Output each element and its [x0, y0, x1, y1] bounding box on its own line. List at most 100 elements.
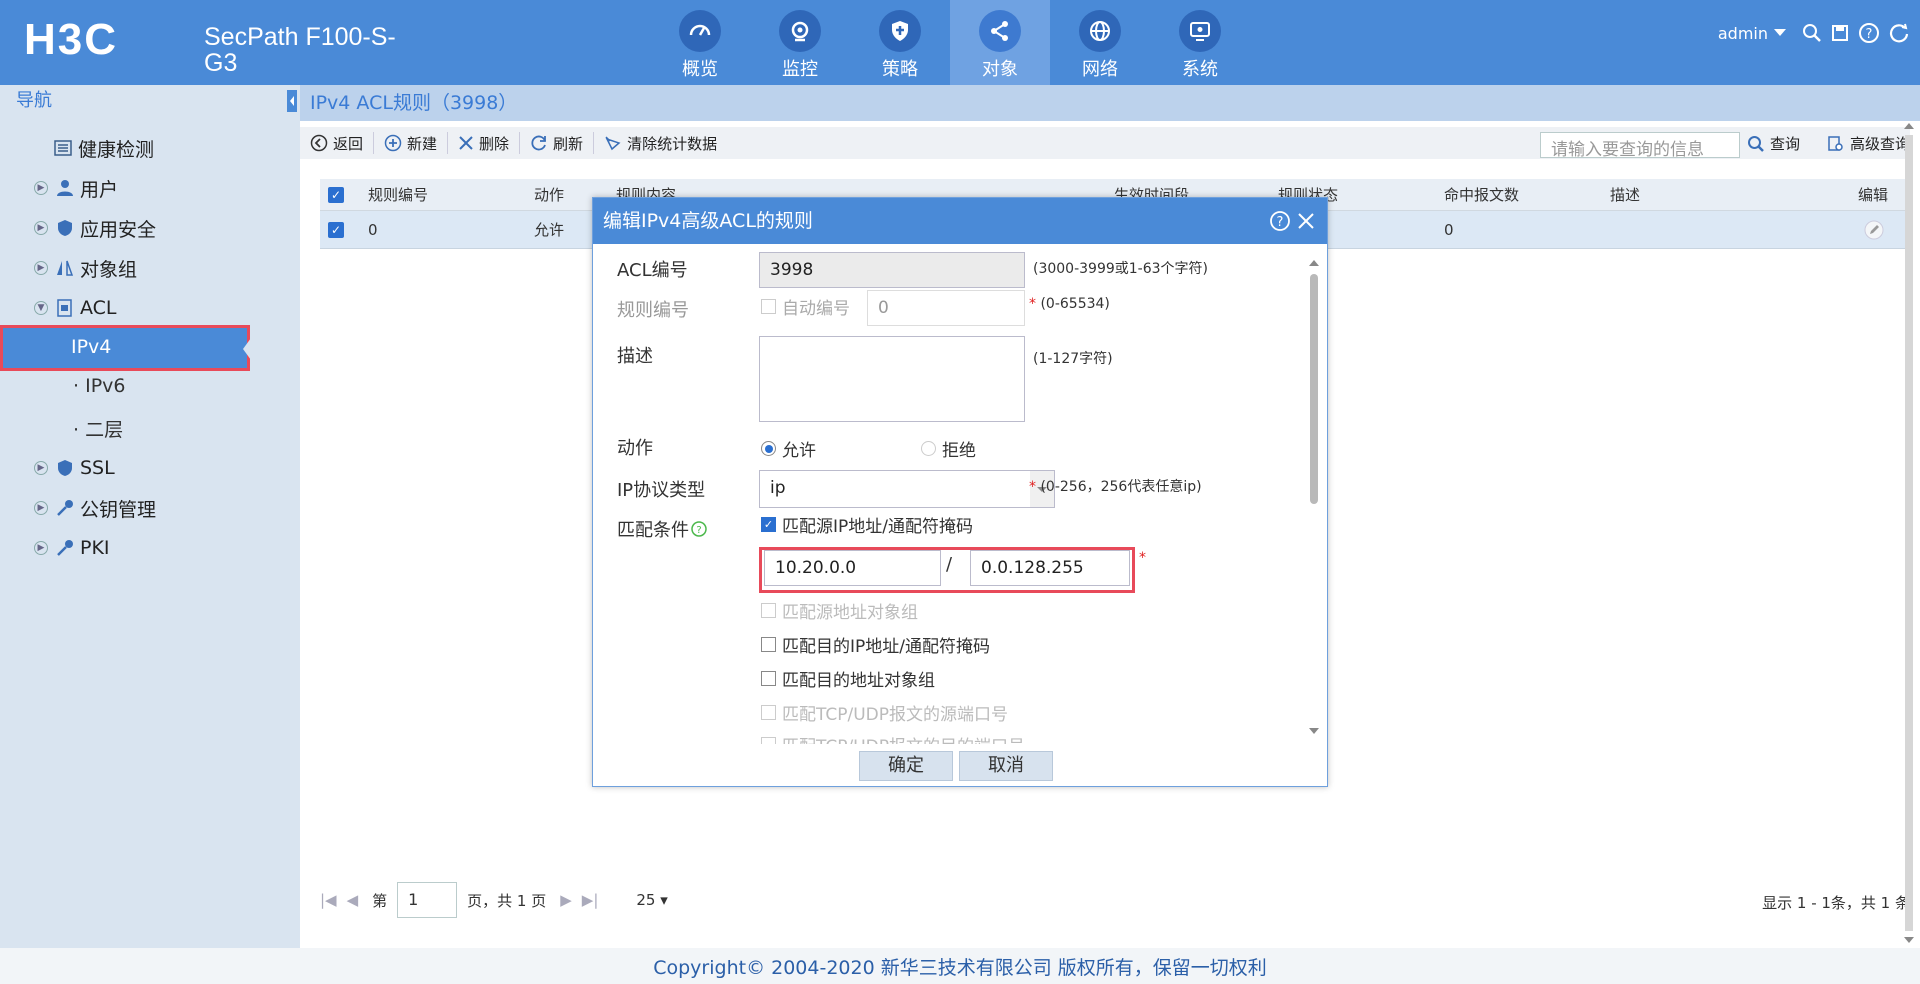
clear-stats-button[interactable]: 清除统计数据 [594, 132, 727, 154]
permit-radio[interactable]: 允许 [761, 436, 816, 461]
sidebar-item-health-check[interactable]: 健康检测 [54, 130, 154, 166]
sidebar-item-label: 二层 [85, 419, 124, 441]
match-src-ip-checkbox[interactable]: ✓ 匹配源IP地址/通配符掩码 [761, 512, 973, 537]
monitor-icon [779, 10, 821, 52]
selected-indicator-icon [243, 338, 251, 360]
expand-icon[interactable]: ▶ [34, 541, 48, 555]
sidebar-item-label: 健康检测 [78, 138, 155, 161]
dialog-header: 编辑IPv4高级ACL的规则 ? [593, 198, 1327, 244]
eraser-icon [605, 136, 621, 151]
nav-monitor[interactable]: 监控 [750, 0, 850, 85]
auto-number-label: 自动编号 [782, 299, 850, 319]
page-size-select[interactable]: 25 ▾ [636, 891, 667, 909]
expand-icon[interactable]: ▶ [34, 461, 48, 475]
required-star: * [1029, 479, 1036, 495]
last-page-icon[interactable]: ▶| [582, 891, 599, 909]
match-dst-ip-checkbox[interactable]: 匹配目的IP地址/通配符掩码 [761, 632, 990, 657]
key-icon [57, 540, 73, 556]
page-prefix: 第 [372, 891, 388, 910]
close-icon[interactable] [1295, 210, 1317, 232]
new-button[interactable]: 新建 [374, 132, 449, 154]
match-dst-obj-checkbox[interactable]: 匹配目的地址对象组 [761, 666, 935, 691]
nav-network[interactable]: 网络 [1050, 0, 1150, 85]
next-page-icon[interactable]: ▶ [560, 891, 572, 909]
nav-object[interactable]: 对象 [950, 0, 1050, 85]
sidebar-item-acl[interactable]: ▼ ACL [34, 290, 117, 326]
back-button[interactable]: 返回 [300, 132, 375, 154]
query-button[interactable]: 查询 [1747, 133, 1800, 154]
sidebar-item-pki[interactable]: ▶ PKI [34, 530, 110, 566]
match-src-obj-checkbox: 匹配源地址对象组 [761, 598, 918, 623]
collapse-icon[interactable]: ▼ [34, 301, 48, 315]
rule-number-hint: * (0-65534) [1029, 296, 1110, 312]
sidebar-collapse-handle[interactable] [287, 90, 297, 112]
nav-overview[interactable]: 概览 [650, 0, 750, 85]
sidebar-item-layer2[interactable]: · 二层 [73, 415, 123, 442]
help-icon[interactable]: ? [691, 521, 707, 537]
ok-button[interactable]: 确定 [859, 751, 953, 781]
checkbox-box [761, 737, 776, 744]
clear-stats-label: 清除统计数据 [627, 134, 718, 153]
nav-system[interactable]: 系统 [1150, 0, 1250, 85]
page-size-value: 25 [636, 891, 656, 909]
chevron-left-icon [290, 96, 294, 106]
protocol-hint-text: (0-256，256代表任意ip) [1040, 479, 1202, 495]
protocol-select[interactable]: ip [759, 470, 1055, 508]
required-star: * [1139, 550, 1146, 566]
description-textarea[interactable] [759, 336, 1025, 422]
help-icon[interactable]: ? [1269, 210, 1291, 232]
auto-number-checkbox: 自动编号 [761, 294, 850, 319]
refresh-button[interactable]: 刷新 [520, 132, 595, 154]
edit-icon[interactable] [1864, 220, 1884, 240]
nav-label: 策略 [882, 59, 918, 80]
expand-icon[interactable]: ▶ [34, 181, 48, 195]
sidebar-item-object-group[interactable]: ▶ 对象组 [34, 250, 137, 286]
dialog-tools: ? [1269, 210, 1317, 232]
prev-page-icon[interactable]: ◀ [347, 891, 359, 909]
sidebar-item-user[interactable]: ▶ 用户 [34, 170, 118, 206]
expand-icon[interactable]: ▶ [34, 501, 48, 515]
nav-label: 监控 [782, 59, 818, 80]
advanced-search-icon [1828, 135, 1843, 151]
match-dst-port-label: 匹配TCP/UDP报文的目的端口号 [782, 732, 1025, 744]
permit-label: 允许 [782, 441, 816, 461]
row-checkbox[interactable]: ✓ [328, 221, 344, 238]
user-menu[interactable]: admin [1718, 24, 1786, 43]
page-scrollbar[interactable] [1902, 121, 1916, 948]
dialog-scrollbar[interactable] [1307, 258, 1321, 738]
first-page-icon[interactable]: |◀ [320, 891, 337, 909]
save-icon[interactable] [1830, 23, 1850, 43]
nav-policy[interactable]: 策略 [850, 0, 950, 85]
svg-text:?: ? [1277, 215, 1284, 230]
sidebar-item-ssl[interactable]: ▶ SSL [34, 450, 115, 486]
page-number-input[interactable]: 1 [397, 882, 458, 918]
user-icon [57, 180, 73, 196]
acl-number-field: 3998 [759, 252, 1025, 288]
match-src-port-checkbox: 匹配TCP/UDP报文的源端口号 [761, 700, 1008, 725]
cancel-button[interactable]: 取消 [959, 751, 1053, 781]
search-input[interactable]: 请输入要查询的信息 [1540, 132, 1740, 160]
checkbox-checked: ✓ [761, 517, 776, 532]
action-label: 动作 [617, 438, 653, 459]
sidebar-item-app-security[interactable]: ▶ 应用安全 [34, 210, 156, 246]
sidebar-item-ipv6[interactable]: · IPv6 [73, 375, 126, 397]
select-all-checkbox[interactable]: ✓ [328, 186, 344, 203]
page-title: IPv4 ACL规则（3998） [300, 85, 1920, 121]
shield-icon [58, 220, 72, 236]
help-icon[interactable]: ? [1858, 22, 1880, 44]
deny-label: 拒绝 [942, 441, 976, 461]
expand-icon[interactable]: ▶ [34, 221, 48, 235]
sidebar-item-ipv4-selected[interactable]: IPv4 [0, 325, 251, 371]
refresh-icon [531, 135, 546, 151]
search-icon[interactable] [1802, 23, 1822, 43]
logout-icon[interactable] [1888, 22, 1910, 44]
match-condition-label: 匹配条件 ? [617, 516, 707, 542]
sidebar-item-public-key[interactable]: ▶ 公钥管理 [34, 490, 156, 526]
advanced-query-button[interactable]: 高级查询 [1827, 133, 1910, 154]
deny-radio[interactable]: 拒绝 [921, 436, 976, 461]
sidebar-item-label: 公钥管理 [80, 498, 157, 521]
system-icon [1179, 10, 1221, 52]
expand-icon[interactable]: ▶ [34, 261, 48, 275]
delete-button[interactable]: 删除 [448, 132, 521, 154]
cell-hits: 0 [1444, 220, 1454, 239]
